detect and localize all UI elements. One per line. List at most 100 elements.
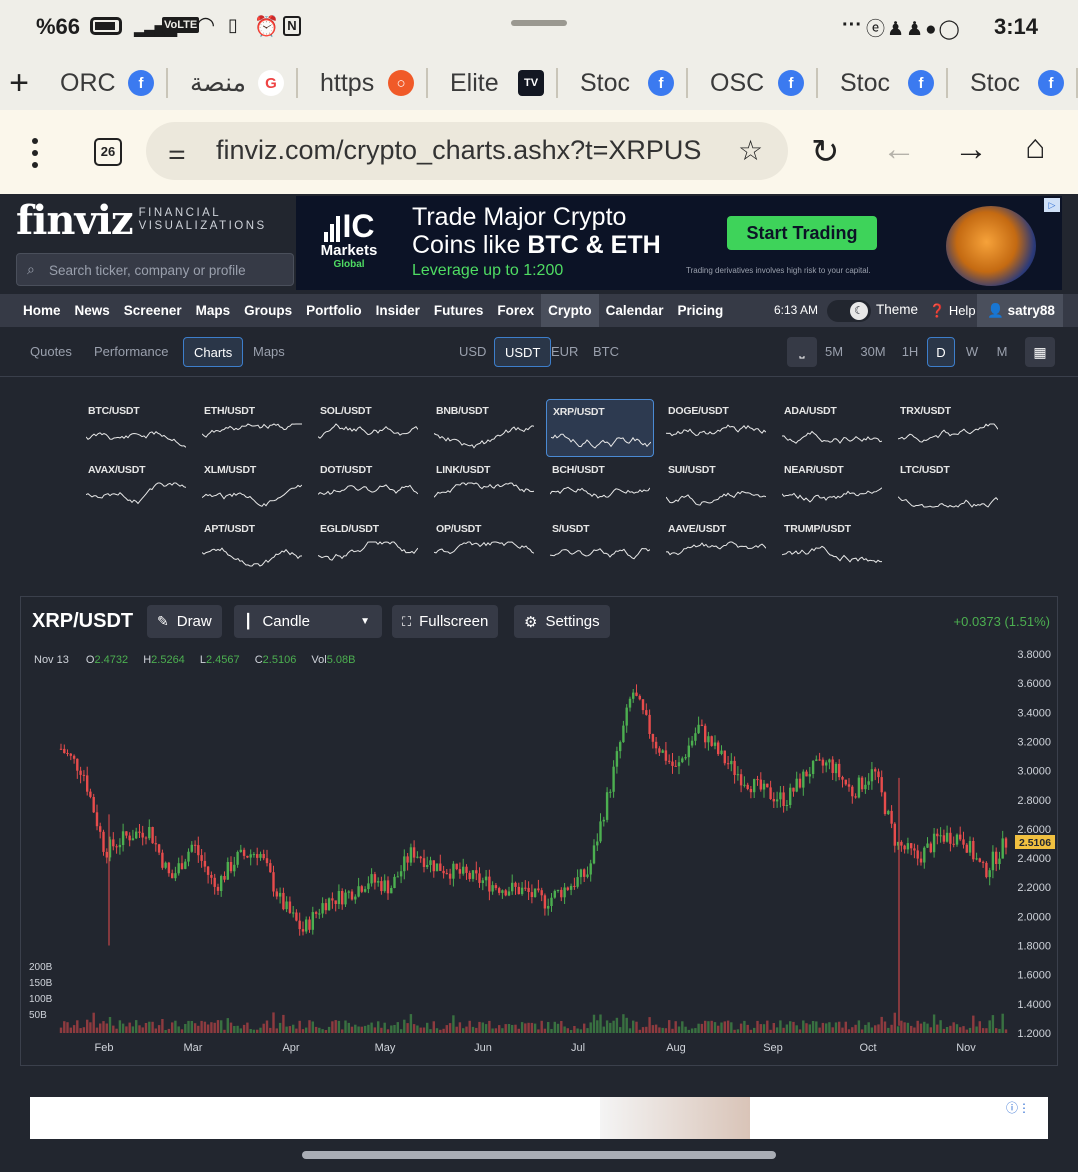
browser-tab[interactable]: Elite TV — [428, 68, 558, 98]
timeframe-w[interactable]: W — [958, 337, 986, 367]
ad-info-icon[interactable]: ⓘ⋮ — [1006, 1099, 1030, 1116]
nav-item-screener[interactable]: Screener — [117, 294, 189, 327]
back-icon[interactable]: ← — [882, 130, 916, 169]
candle-body — [210, 875, 213, 878]
volume-bar — [968, 1027, 972, 1033]
nav-item-groups[interactable]: Groups — [237, 294, 299, 327]
mini-chart-ada[interactable]: ADA/USDT — [778, 399, 886, 457]
theme-label[interactable]: Theme — [876, 302, 918, 317]
mini-chart-s[interactable]: S/USDT — [546, 517, 654, 575]
nav-item-maps[interactable]: Maps — [189, 294, 238, 327]
reload-icon[interactable]: ↻ — [811, 132, 840, 172]
quote-tab-eur[interactable]: EUR — [541, 337, 588, 367]
mini-chart-xlm[interactable]: XLM/USDT — [198, 458, 306, 516]
view-tab-maps[interactable]: Maps — [243, 337, 295, 367]
price-chart[interactable]: 3.8000 3.6000 3.4000 3.2000 3.0000 2.8000 2.60… — [21, 597, 1057, 1065]
view-tab-performance[interactable]: Performance — [84, 337, 178, 367]
help-link[interactable]: ❓ Help — [929, 303, 976, 319]
mini-chart-apt[interactable]: APT/USDT — [198, 517, 306, 575]
view-tab-charts[interactable]: Charts — [183, 337, 244, 367]
timeframe-30m[interactable]: 30M — [856, 337, 890, 367]
volume-bar — [203, 1021, 207, 1033]
home-icon[interactable]: ⌂ — [1025, 128, 1046, 167]
omnibox[interactable]: ⚌ finviz.com/crypto_charts.ashx?t=XRPUS … — [146, 122, 788, 180]
candle-body — [236, 852, 239, 865]
mini-chart-bch[interactable]: BCH/USDT — [546, 458, 654, 516]
browser-tab[interactable]: Stoc f — [948, 68, 1078, 98]
nav-item-insider[interactable]: Insider — [369, 294, 427, 327]
mini-chart-doge[interactable]: DOGE/USDT — [662, 399, 770, 457]
calendar-button[interactable]: ▦ — [1025, 337, 1055, 367]
nav-item-forex[interactable]: Forex — [490, 294, 541, 327]
mini-chart-aave[interactable]: AAVE/USDT — [662, 517, 770, 575]
volume-bar — [63, 1021, 66, 1033]
timeframe-5m[interactable]: 5M — [820, 337, 848, 367]
nav-item-calendar[interactable]: Calendar — [599, 294, 671, 327]
gesture-bar-area — [0, 1140, 1078, 1172]
mini-chart-sol[interactable]: SOL/USDT — [314, 399, 422, 457]
mini-chart-ltc[interactable]: LTC/USDT — [894, 458, 1002, 516]
tab-switcher-button[interactable]: 26 — [94, 138, 122, 166]
ad-choices-icon[interactable]: ▷ — [1044, 198, 1060, 212]
browser-tab[interactable]: OSC f — [688, 68, 818, 98]
candle-body — [416, 856, 419, 858]
mini-chart-sui[interactable]: SUI/USDT — [662, 458, 770, 516]
candle-body — [458, 869, 462, 874]
nav-item-portfolio[interactable]: Portfolio — [299, 294, 369, 327]
theme-toggle[interactable]: ☾ — [827, 300, 871, 322]
candle-body — [547, 906, 550, 909]
candle-body — [668, 760, 671, 762]
forward-icon[interactable]: → — [954, 130, 988, 169]
volume-bar — [102, 1021, 105, 1033]
mini-chart-xrp[interactable]: XRP/USDT — [546, 399, 654, 457]
mini-chart-near[interactable]: NEAR/USDT — [778, 458, 886, 516]
mini-chart-egld[interactable]: EGLD/USDT — [314, 517, 422, 575]
timeframe-m[interactable]: M — [988, 337, 1016, 367]
nav-item-news[interactable]: News — [68, 294, 117, 327]
gesture-handle[interactable] — [302, 1151, 776, 1159]
menu-icon[interactable] — [28, 138, 42, 168]
candle-body — [360, 886, 363, 892]
browser-tab[interactable]: Stoc f — [558, 68, 688, 98]
search-input[interactable]: ⌕ Search ticker, company or profile — [16, 253, 294, 286]
nav-item-home[interactable]: Home — [16, 294, 68, 327]
volume-bar — [311, 1021, 314, 1033]
mini-chart-btc[interactable]: BTC/USDT — [82, 399, 190, 457]
mini-chart-op[interactable]: OP/USDT — [430, 517, 538, 575]
browser-tab[interactable]: https ○ — [298, 68, 428, 98]
nav-item-pricing[interactable]: Pricing — [670, 294, 730, 327]
timeframe-1h[interactable]: 1H — [896, 337, 924, 367]
timeframe-d[interactable]: D — [927, 337, 955, 367]
url-text[interactable]: finviz.com/crypto_charts.ashx?t=XRPUS — [216, 135, 711, 166]
nav-item-futures[interactable]: Futures — [427, 294, 491, 327]
quote-tab-btc[interactable]: BTC — [583, 337, 629, 367]
mini-chart-bnb[interactable]: BNB/USDT — [430, 399, 538, 457]
user-menu[interactable]: 👤 satry88 — [977, 294, 1063, 327]
volume-bar — [736, 1029, 740, 1033]
mini-chart-dot[interactable]: DOT/USDT — [314, 458, 422, 516]
candle-body — [785, 805, 789, 806]
candle-body — [736, 774, 740, 776]
view-tab-quotes[interactable]: Quotes — [20, 337, 82, 367]
browser-tab[interactable]: منصة G — [168, 68, 298, 98]
finviz-logo[interactable]: finviz FINANCIAL VISUALIZATIONS — [16, 197, 267, 244]
gap-toggle-button[interactable]: ⎵ — [787, 337, 817, 367]
bookmark-star-icon[interactable]: ☆ — [738, 134, 763, 167]
mini-chart-eth[interactable]: ETH/USDT — [198, 399, 306, 457]
mini-chart-link[interactable]: LINK/USDT — [430, 458, 538, 516]
bottom-ad[interactable]: ⓘ⋮ — [30, 1097, 1048, 1139]
quote-tab-usd[interactable]: USD — [449, 337, 496, 367]
ad-cta-button[interactable]: Start Trading — [727, 216, 877, 250]
new-tab-button[interactable]: + — [0, 66, 38, 100]
candle-body — [988, 870, 991, 878]
nav-item-crypto[interactable]: Crypto — [541, 294, 599, 327]
mini-chart-avax[interactable]: AVAX/USDT — [82, 458, 190, 516]
ad-banner[interactable]: IC Markets Global Trade Major Crypto Coi… — [296, 196, 1062, 290]
mini-chart-trump[interactable]: TRUMP/USDT — [778, 517, 886, 575]
browser-tab[interactable]: Stoc f — [818, 68, 948, 98]
site-settings-icon[interactable]: ⚌ — [168, 140, 186, 165]
mini-chart-trx[interactable]: TRX/USDT — [894, 399, 1002, 457]
volume-bar — [717, 1025, 720, 1033]
volume-bar — [409, 1014, 413, 1033]
browser-tab[interactable]: ORC f — [38, 68, 168, 98]
